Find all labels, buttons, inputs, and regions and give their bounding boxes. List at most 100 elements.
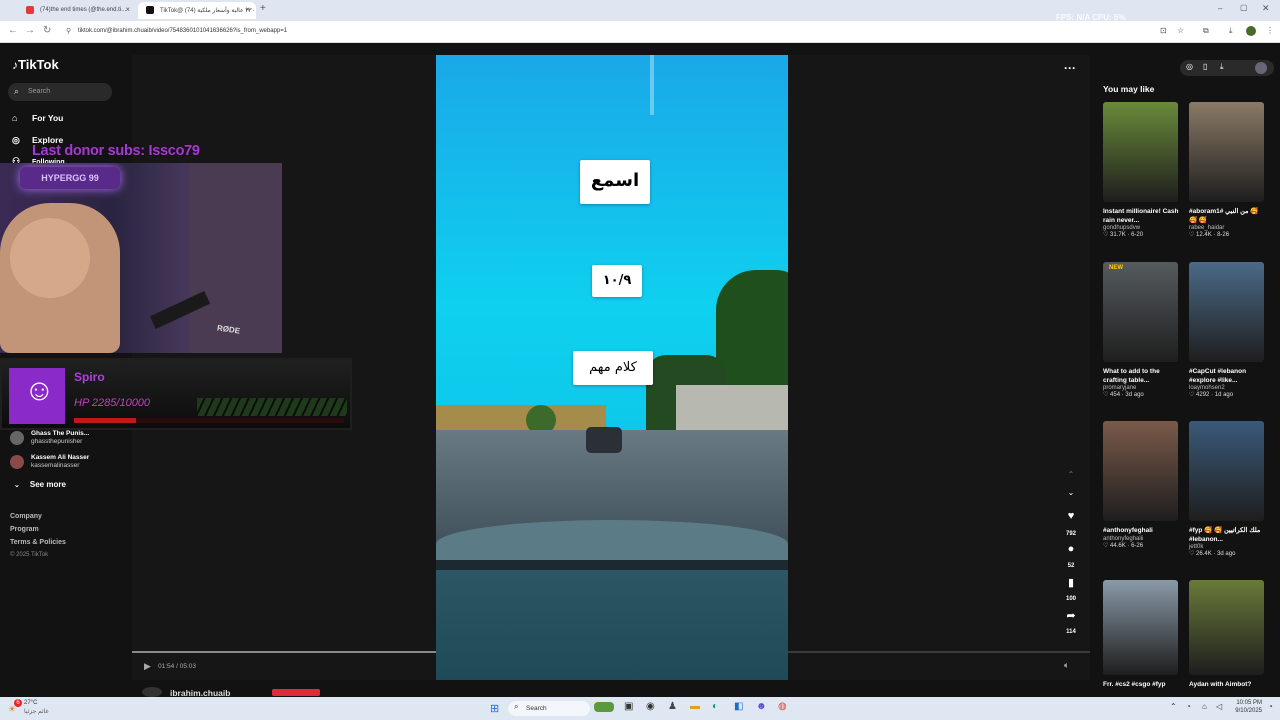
profile-avatar[interactable]: [1246, 26, 1256, 36]
video-title[interactable]: #CapCut #lebanon #explore #like...: [1189, 368, 1267, 385]
chrome-icon[interactable]: ◍: [778, 701, 787, 712]
task-view-icon[interactable]: ▣: [624, 701, 633, 712]
browser-tab-bar: (74)the end times (@the.end.ti... × TikT…: [0, 0, 1280, 22]
video-thumbnail[interactable]: [1189, 421, 1264, 521]
neon-sign: HYPERGG 99: [20, 167, 120, 189]
recommendation-card[interactable]: #CapCut #lebanon #explore #like... loaymo…: [1189, 262, 1267, 398]
tiktok-logo[interactable]: ♪TikTok: [12, 57, 59, 72]
recommendations-heading: You may like: [1103, 84, 1155, 94]
close-window-icon[interactable]: ✕: [1262, 3, 1270, 14]
recommendation-card[interactable]: Aydan with Aimbot?: [1189, 580, 1267, 690]
close-tab-icon[interactable]: ×: [125, 5, 130, 14]
video-thumbnail[interactable]: [1103, 421, 1178, 521]
maximize-icon[interactable]: ▢: [1240, 3, 1248, 12]
footer-link-terms[interactable]: Terms & Policies: [10, 539, 66, 546]
activity-icon[interactable]: ◎: [1186, 62, 1193, 71]
search-input[interactable]: ⌕ Search: [8, 83, 112, 101]
video-title[interactable]: #anthonyfeghali: [1103, 527, 1181, 536]
recommendation-card[interactable]: #fyp 🥰 🥰 ملك الكراتيين #lebanon... jett0k…: [1189, 421, 1267, 557]
recommendations-panel: ◎ ▯ ⤓ You may like Instant millionaire! …: [1092, 55, 1280, 697]
share-icon[interactable]: ➦: [1061, 609, 1081, 622]
footer-link-program[interactable]: Program: [10, 526, 39, 533]
clock-time[interactable]: 10:05 PM: [1232, 700, 1262, 706]
recommendation-card[interactable]: NEW What to add to the crafting table... p…: [1103, 262, 1181, 398]
video-thumbnail[interactable]: [1189, 580, 1264, 675]
download-icon[interactable]: ⤓: [1220, 62, 1224, 72]
tab-the-end-times[interactable]: (74)the end times (@the.end.ti... ×: [18, 2, 136, 19]
tray-app-icon[interactable]: ◔: [1186, 702, 1191, 711]
video-thumbnail[interactable]: [1103, 262, 1178, 362]
footer-link-company[interactable]: Company: [10, 513, 42, 520]
obs-icon[interactable]: ◉: [646, 701, 655, 712]
windows-taskbar: 6 ☀ 27°C غائم جزئيا ⊞ ⌕ Search ▣ ◉ ♟ ▬ ◐…: [0, 697, 1280, 720]
hp-bar-track: [74, 418, 344, 423]
video-thumbnail[interactable]: [1103, 102, 1178, 202]
search-icon: ⌕: [14, 86, 20, 96]
previous-video-icon[interactable]: ⌃: [1061, 470, 1081, 479]
video-title[interactable]: #fyp 🥰 🥰 ملك الكراتيين #lebanon...: [1189, 527, 1267, 544]
tray-chevron-icon[interactable]: ⌃: [1170, 702, 1177, 711]
video-frame[interactable]: اسمع ١٠/٩ كلام مهم: [436, 55, 788, 680]
discord-icon[interactable]: ☻: [756, 701, 767, 712]
recommendation-card[interactable]: #anthonyfeghali anthonyfeghalii ♡ 44.6K · …: [1103, 421, 1181, 549]
video-thumbnail[interactable]: [1189, 262, 1264, 362]
video-title[interactable]: What to add to the crafting table...: [1103, 368, 1181, 385]
edge-icon[interactable]: ◐: [712, 701, 718, 712]
compass-icon: ◎: [12, 135, 20, 145]
top-actions-pill: ◎ ▯ ⤓: [1180, 60, 1274, 76]
follow-button[interactable]: [272, 689, 320, 696]
windows-start-icon[interactable]: ⊞: [490, 702, 499, 715]
download-icon[interactable]: ⤓: [1229, 26, 1233, 36]
play-icon[interactable]: ▶: [144, 661, 151, 672]
webcam-overlay: HYPERGG 99 RØDE: [0, 163, 282, 353]
see-more-button[interactable]: ⌄ See more: [14, 480, 66, 489]
back-icon[interactable]: ←: [8, 25, 18, 36]
comment-icon[interactable]: ●: [1061, 543, 1081, 555]
bookmark-icon[interactable]: ▮: [1061, 576, 1081, 589]
recommendation-card[interactable]: Frr. #cs2 #csgo #fyp: [1103, 580, 1181, 690]
file-explorer-icon[interactable]: ▬: [690, 701, 700, 712]
close-tab-icon[interactable]: ×: [245, 5, 250, 14]
extensions-icon[interactable]: ⧉: [1203, 26, 1209, 36]
store-icon[interactable]: ◧: [734, 701, 743, 712]
minimize-icon[interactable]: –: [1218, 4, 1222, 13]
reload-icon[interactable]: ↻: [43, 25, 51, 36]
tab-tiktok-active[interactable]: TikTok@ ٣٣٠ عالية وأسعار ملكية (74) ×: [138, 2, 256, 19]
volume-icon[interactable]: 🔈︎: [1064, 660, 1069, 671]
more-options-icon[interactable]: ···: [1064, 61, 1076, 75]
profile-avatar[interactable]: [1255, 62, 1267, 74]
author-avatar[interactable]: [142, 687, 162, 697]
overlay-text-card: ١٠/٩: [592, 265, 642, 297]
video-thumbnail[interactable]: [1189, 102, 1264, 202]
forward-icon[interactable]: →: [25, 25, 35, 36]
dashboard-edge: [436, 560, 788, 570]
taskbar-search[interactable]: ⌕ Search: [508, 701, 590, 716]
video-title[interactable]: Instant millionaire! Cash rain never...: [1103, 208, 1181, 225]
weather-temp[interactable]: 27°C: [24, 700, 37, 706]
recommendation-card[interactable]: #aboram1# من النبي 🥰 🥰 🥰 rabee_haidar ♡ 12…: [1189, 102, 1267, 238]
install-icon[interactable]: ⊡: [1160, 26, 1167, 35]
streamer-face: [10, 218, 90, 298]
nav-for-you[interactable]: ⌂ For You: [12, 113, 63, 123]
speaker-icon[interactable]: ◁: [1216, 702, 1222, 711]
notification-bell-icon[interactable]: ◔: [1268, 702, 1273, 711]
network-icon[interactable]: ⌂: [1202, 702, 1207, 711]
menu-kebab-icon[interactable]: ⋮: [1266, 26, 1274, 35]
like-icon[interactable]: ♥: [1061, 510, 1081, 522]
bookmark-star-icon[interactable]: ☆: [1177, 26, 1184, 35]
video-thumbnail[interactable]: [1103, 580, 1178, 675]
address-bar[interactable]: ⚲ tiktok.com/@ibrahim.chuaib/video/75483…: [64, 25, 1154, 39]
widgets-icon[interactable]: [594, 702, 614, 712]
next-video-icon[interactable]: ⌄: [1061, 488, 1081, 497]
site-info-icon[interactable]: ⚲: [66, 27, 71, 35]
video-title[interactable]: Frr. #cs2 #csgo #fyp: [1103, 681, 1181, 690]
new-tab-button[interactable]: +: [260, 3, 266, 14]
home-icon: ⌂: [12, 113, 18, 123]
video-title[interactable]: Aydan with Aimbot?: [1189, 681, 1267, 690]
recommendation-card[interactable]: Instant millionaire! Cash rain never... g…: [1103, 102, 1181, 238]
video-title[interactable]: #aboram1# من النبي 🥰 🥰 🥰: [1189, 208, 1267, 225]
heart-icon: ♡: [1103, 392, 1111, 398]
app-icon[interactable]: ♟: [668, 701, 677, 712]
overlay-text-card: كلام مهم: [573, 351, 653, 385]
device-icon[interactable]: ▯: [1203, 62, 1207, 71]
